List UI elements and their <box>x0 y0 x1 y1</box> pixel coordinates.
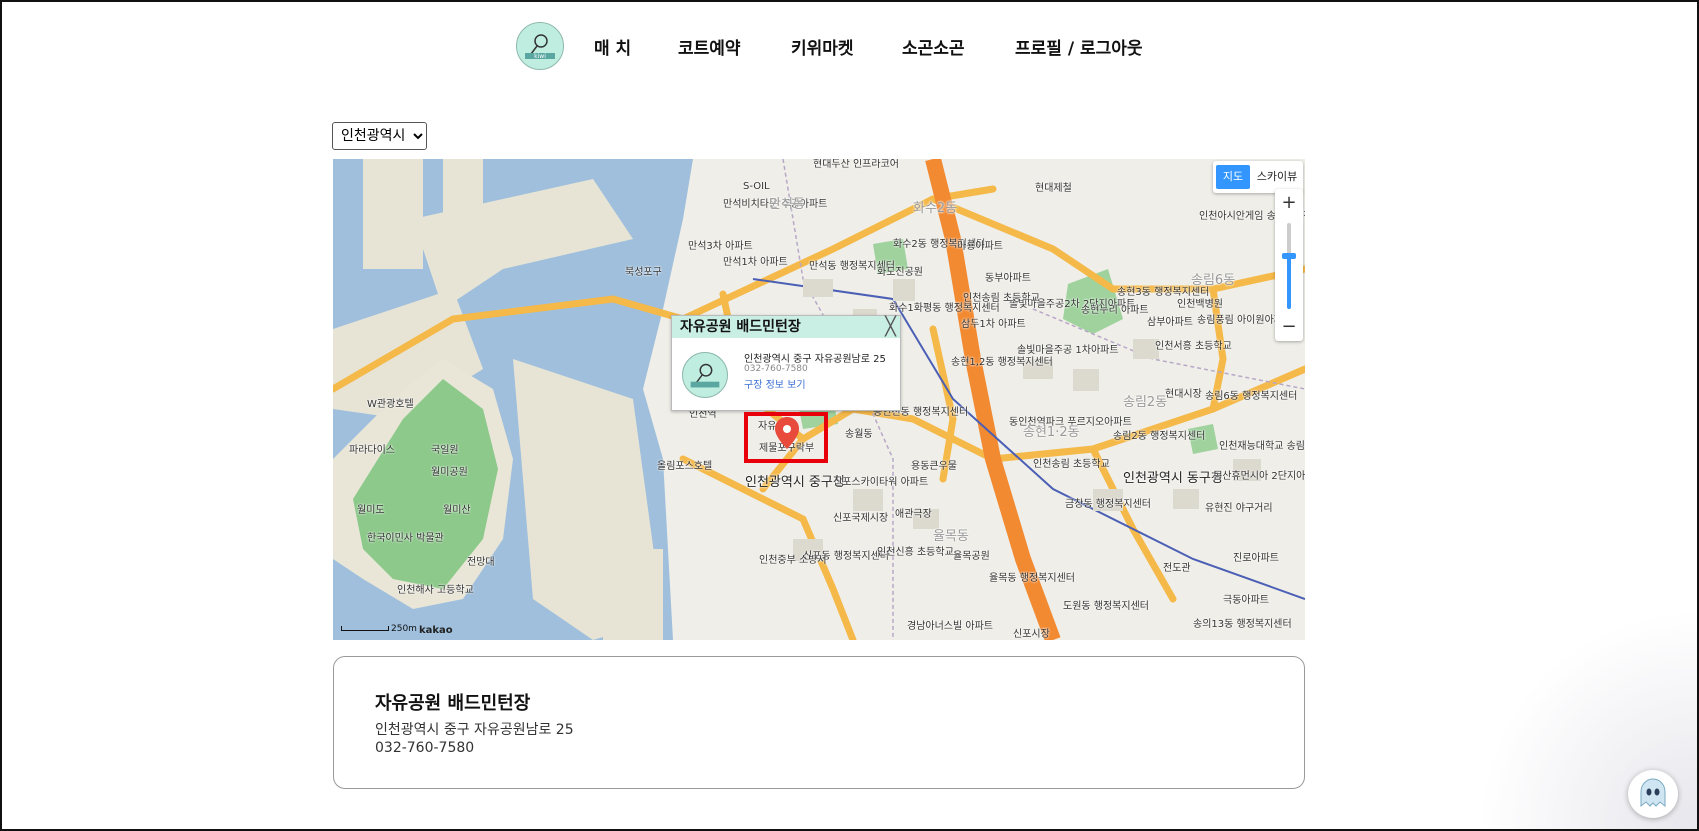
map-view-button[interactable]: 지도 <box>1216 165 1250 189</box>
map-label: 율목공원 <box>953 551 990 562</box>
map-label: 경남아너스빌 아파트 <box>907 621 993 632</box>
chatbot-button[interactable] <box>1628 770 1678 818</box>
info-window-title: 자유공원 배드민턴장 <box>672 316 900 338</box>
zoom-in-button[interactable]: + <box>1275 189 1303 217</box>
kakao-map[interactable]: 현대두산 인프라코어 S-OIL 만석비치타운 주공아파트 만석3차 아파트 만… <box>333 159 1305 640</box>
map-label: 솔빛마을주공 1차아파트 <box>1017 345 1119 356</box>
map-label: 인천해사 고등학교 <box>397 585 474 596</box>
map-label: 인천광역시 동구청 <box>1123 471 1223 486</box>
map-label: 만석동 <box>769 197 805 212</box>
map-label: 북성포구 <box>625 267 662 278</box>
nav-community[interactable]: 소곤소곤 <box>902 34 965 59</box>
map-label: 송현3동 행정복지센터 <box>1117 287 1210 298</box>
map-label: 금창동 행정복지센터 <box>1065 499 1151 510</box>
map-label: 삼부아파트 <box>1147 317 1193 328</box>
court-info-link[interactable]: 구장 정보 보기 <box>744 376 806 391</box>
map-label: 파라다이스 <box>349 445 395 456</box>
scale-bar <box>341 626 389 631</box>
info-window: 자유공원 배드민턴장 ╳ 인천광역시 중구 자유공원남로 25 032-760-… <box>671 315 901 411</box>
map-label: 율목동 <box>933 529 969 544</box>
map-label: 현대두산 인프라코어 <box>813 159 899 170</box>
map-label: 용동큰우물 <box>911 461 957 472</box>
map-label: 신포국제시장 <box>833 513 889 524</box>
court-address: 인천광역시 중구 자유공원남로 25 <box>375 722 574 738</box>
map-label: 송현1,2동 행정복지센터 <box>951 357 1053 368</box>
map-label: 동산휴먼시아 2단지아파트 <box>1213 471 1305 482</box>
map-label: 인천송림 초등학교 <box>963 293 1040 304</box>
map-label: 인천중부 소방서 <box>759 555 827 566</box>
map-label: 삼두1차 아파트 <box>961 319 1026 330</box>
kakao-brand: kakao <box>419 625 453 636</box>
map-label: 국일원 <box>431 445 459 456</box>
map-label: 인천광역시 중구청 <box>745 475 845 490</box>
map-label: 전망대 <box>467 557 495 568</box>
map-label: 현대제철 <box>1035 183 1072 194</box>
nav-profile-logout[interactable]: 프로필 / 로그아웃 <box>1015 34 1143 59</box>
map-label: 전도관 <box>1163 563 1191 574</box>
map-label: 월미도 <box>357 505 385 516</box>
badminton-icon: kiwi <box>525 34 555 60</box>
map-label: W관광호텔 <box>367 399 414 410</box>
map-label: 송림6동 행정복지센터 <box>1205 391 1298 402</box>
map-scale: 250m <box>341 624 417 634</box>
map-label: 인천백병원 <box>1177 299 1223 310</box>
court-phone: 032-760-7580 <box>375 740 475 756</box>
map-label: 송림6동 <box>1191 273 1236 288</box>
map-label: 유현진 야구거리 <box>1205 503 1273 514</box>
map-label: 월미산 <box>443 505 471 516</box>
badminton-icon <box>690 363 720 388</box>
map-label: 화수2동 <box>913 201 958 216</box>
map-label: 한국이민사 박물관 <box>367 533 444 544</box>
map-label: 신포스카이타워 아파트 <box>833 477 929 488</box>
map-label: 율목동 행정복지센터 <box>989 573 1075 584</box>
map-label: 도원동 행정복지센터 <box>1063 601 1149 612</box>
map-label: 인천송림 초등학교 <box>1033 459 1110 470</box>
map-label: 송림2동 행정복지센터 <box>1113 431 1206 442</box>
scale-text: 250m <box>391 624 417 634</box>
nav-court-reservation[interactable]: 코트예약 <box>678 34 741 59</box>
region-select[interactable]: 인천광역시 <box>332 122 427 150</box>
close-icon[interactable]: ╳ <box>885 318 896 336</box>
court-thumbnail <box>682 352 728 398</box>
map-label: 동부아파트 <box>985 273 1031 284</box>
zoom-control: + − <box>1275 189 1303 341</box>
nav-match[interactable]: 매 치 <box>594 34 631 59</box>
location-pin-icon[interactable] <box>775 417 799 449</box>
map-label: 인천재능대학교 송림캠퍼스 <box>1219 441 1305 452</box>
map-label: S-OIL <box>743 181 770 192</box>
court-detail-card: 자유공원 배드민턴장 인천광역시 중구 자유공원남로 25 032-760-75… <box>333 656 1305 789</box>
ghost-bot-icon <box>1640 778 1666 808</box>
kiwi-logo[interactable]: kiwi <box>516 22 564 70</box>
map-label: 송현누리 아파트 <box>1081 305 1149 316</box>
info-window-phone: 032-760-7580 <box>744 364 808 374</box>
map-label: 마룡아파트 <box>957 241 1003 252</box>
map-label: 진로아파트 <box>1233 553 1279 564</box>
map-label: 만석1차 아파트 <box>723 257 788 268</box>
map-label: 인천신흥 초등학교 <box>877 547 954 558</box>
map-label: 화수1화평동 행정복지센터 <box>889 303 1000 314</box>
map-label: 올림포스호텔 <box>657 461 713 472</box>
info-window-address: 인천광역시 중구 자유공원남로 25 <box>744 354 886 365</box>
zoom-slider[interactable] <box>1282 223 1296 309</box>
map-label: 신포시장 <box>1013 629 1050 640</box>
nav-kiwi-market[interactable]: 키위마켓 <box>791 34 854 59</box>
skyview-button[interactable]: 스카이뷰 <box>1255 165 1299 189</box>
map-label: 송월동 <box>845 429 873 440</box>
logo-text: kiwi <box>534 53 546 60</box>
map-label: 송림2동 <box>1123 395 1168 410</box>
top-nav: kiwi 매 치 코트예약 키위마켓 소곤소곤 프로필 / 로그아웃 <box>2 2 1699 92</box>
zoom-slider-fill <box>1287 255 1291 309</box>
map-label: 송현1·2동 <box>1023 425 1080 440</box>
map-label: 애관극장 <box>895 509 932 520</box>
map-label: 극동아파트 <box>1223 595 1269 606</box>
map-label: 월미공원 <box>431 467 468 478</box>
map-label: 인천서흥 초등학교 <box>1155 341 1232 352</box>
zoom-out-button[interactable]: − <box>1275 313 1303 341</box>
map-label: 화도진공원 <box>877 267 923 278</box>
zoom-slider-handle[interactable] <box>1282 252 1296 259</box>
map-label: 만석3차 아파트 <box>688 241 753 252</box>
map-label: 송의13동 행정복지센터 <box>1193 619 1292 630</box>
court-name: 자유공원 배드민턴장 <box>375 693 531 714</box>
map-label: 현대시장 <box>1165 389 1202 400</box>
